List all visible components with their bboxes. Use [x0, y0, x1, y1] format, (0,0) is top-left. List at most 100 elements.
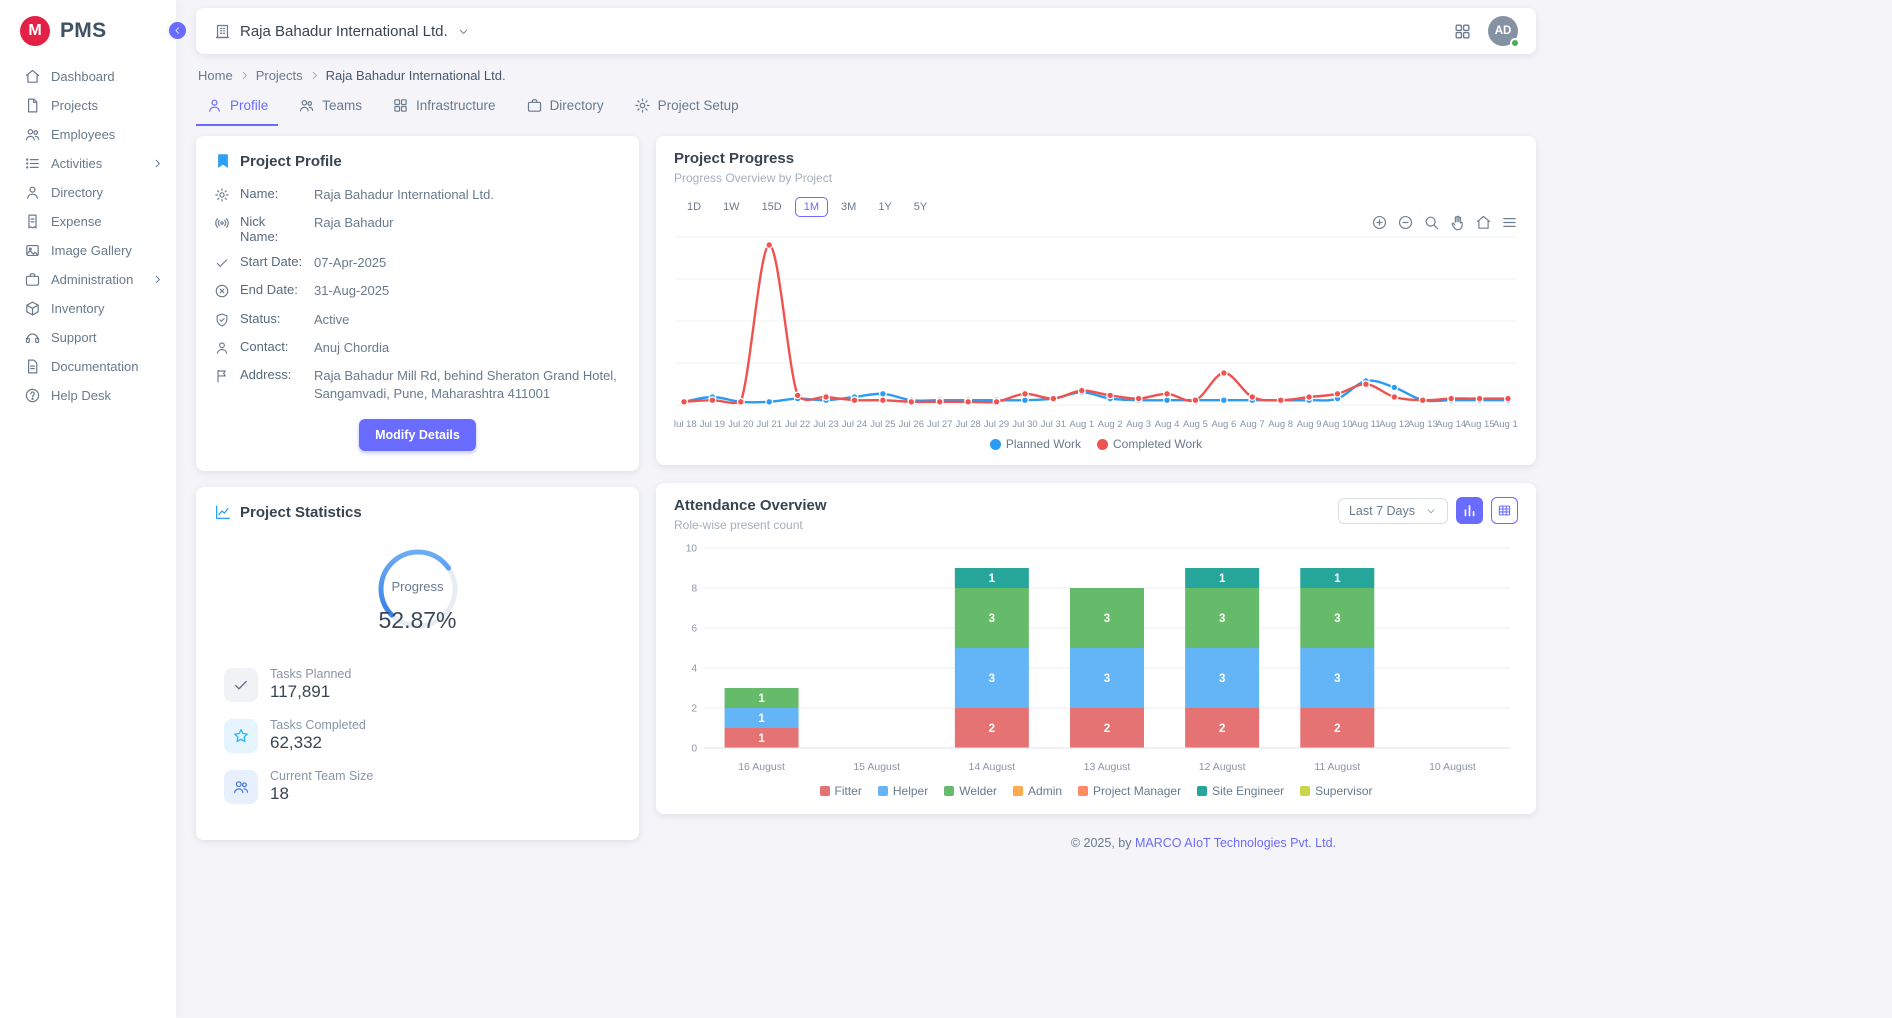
profile-field-start-date: Start Date:07-Apr-2025 [214, 254, 621, 272]
svg-text:0: 0 [691, 744, 697, 755]
profile-field-address: Address: Raja Bahadur Mill Rd, behind She… [214, 367, 621, 403]
stat-label: Current Team Size [270, 769, 373, 783]
sidebar-item-documentation[interactable]: Documentation [0, 352, 176, 381]
sidebar-item-projects[interactable]: Projects [0, 91, 176, 120]
svg-text:Aug 15: Aug 15 [1465, 419, 1495, 430]
breadcrumb-item-projects[interactable]: Projects [256, 68, 303, 83]
range-button-1m[interactable]: 1M [795, 197, 828, 217]
sidebar-item-activities[interactable]: Activities [0, 149, 176, 178]
zoom-out-icon[interactable] [1397, 214, 1414, 231]
sidebar-item-employees[interactable]: Employees [0, 120, 176, 149]
legend-item-project-manager[interactable]: Project Manager [1078, 784, 1181, 798]
range-button-3m[interactable]: 3M [832, 197, 865, 217]
table-icon [1497, 503, 1512, 518]
card-title-row: Attendance Overview [674, 497, 827, 514]
svg-text:3: 3 [1104, 673, 1110, 685]
reset-home-icon[interactable] [1475, 214, 1492, 231]
stat-text: Tasks Completed62,332 [270, 718, 366, 753]
user-icon [214, 340, 230, 356]
tabs: Profile Teams Infrastructure Directory Proje… [196, 87, 1536, 126]
sidebar-item-support[interactable]: Support [0, 323, 176, 352]
sidebar-item-expense[interactable]: Expense [0, 207, 176, 236]
range-button-5y[interactable]: 5Y [905, 197, 936, 217]
attendance-chart[interactable]: 024681011116 August15 August233114 Augus… [674, 538, 1518, 778]
svg-text:Aug 7: Aug 7 [1240, 419, 1265, 430]
legend-item-completed-work[interactable]: Completed Work [1097, 437, 1202, 451]
avatar[interactable]: AD [1488, 16, 1518, 46]
sidebar-item-label: Employees [51, 127, 115, 142]
user-icon [24, 184, 41, 201]
app-logo-icon: M [20, 16, 50, 46]
modify-details-button[interactable]: Modify Details [359, 419, 476, 451]
field-label: Nick Name: [240, 214, 304, 244]
field-value: Raja Bahadur Mill Rd, behind Sheraton Gr… [314, 367, 621, 403]
sidebar-item-label: Expense [51, 214, 102, 229]
project-progress-subtitle: Progress Overview by Project [674, 171, 1518, 185]
menu-icon[interactable] [1501, 214, 1518, 231]
svg-text:1: 1 [758, 733, 765, 745]
field-label: Address: [240, 367, 304, 382]
bar-view-button[interactable] [1456, 497, 1483, 524]
legend-item-planned-work[interactable]: Planned Work [990, 437, 1081, 451]
star-icon [232, 727, 250, 745]
breadcrumb-item-raja-bahadur-international-ltd[interactable]: Raja Bahadur International Ltd. [326, 68, 506, 83]
apps-grid-icon[interactable] [1453, 22, 1472, 41]
days-filter-select[interactable]: Last 7 Days [1338, 498, 1448, 524]
zoom-in-icon[interactable] [1371, 214, 1388, 231]
tab-label: Project Setup [658, 98, 739, 113]
footer-link[interactable]: MARCO AIoT Technologies Pvt. Ltd. [1135, 836, 1336, 850]
range-button-15d[interactable]: 15D [753, 197, 791, 217]
table-view-button[interactable] [1491, 497, 1518, 524]
star-icon [224, 719, 258, 753]
tab-label: Profile [230, 98, 268, 113]
attendance-chart-legend: Fitter Helper Welder Admin Project Manager Si… [674, 778, 1518, 804]
sidebar-item-dashboard[interactable]: Dashboard [0, 62, 176, 91]
svg-text:2: 2 [1104, 723, 1110, 735]
shield-icon [214, 312, 230, 328]
project-progress-title: Project Progress [674, 150, 794, 167]
svg-text:Aug 4: Aug 4 [1155, 419, 1180, 430]
legend-item-fitter[interactable]: Fitter [820, 784, 862, 798]
project-progress-chart[interactable]: Jul 18Jul 19Jul 20Jul 21Jul 22Jul 23Jul … [674, 223, 1518, 431]
sidebar-item-directory[interactable]: Directory [0, 178, 176, 207]
online-status-dot [1510, 38, 1520, 48]
selection-zoom-icon[interactable] [1423, 214, 1440, 231]
legend-label: Site Engineer [1212, 784, 1284, 798]
range-button-1w[interactable]: 1W [714, 197, 749, 217]
svg-text:Aug 8: Aug 8 [1268, 419, 1293, 430]
app-logo[interactable]: M PMS [0, 0, 176, 62]
legend-item-site-engineer[interactable]: Site Engineer [1197, 784, 1284, 798]
footer: © 2025, by MARCO AIoT Technologies Pvt. … [656, 832, 1536, 850]
range-button-1y[interactable]: 1Y [869, 197, 900, 217]
tab-profile[interactable]: Profile [196, 87, 278, 126]
tab-directory[interactable]: Directory [516, 87, 614, 126]
field-label: Start Date: [240, 254, 304, 269]
pan-hand-icon[interactable] [1449, 214, 1466, 231]
svg-text:Jul 22: Jul 22 [785, 419, 810, 430]
sidebar-item-administration[interactable]: Administration [0, 265, 176, 294]
field-value: Raja Bahadur International Ltd. [314, 186, 621, 204]
legend-item-helper[interactable]: Helper [878, 784, 928, 798]
sidebar-item-label: Inventory [51, 301, 104, 316]
company-selector[interactable]: Raja Bahadur International Ltd. [214, 23, 470, 40]
project-profile-card: Project Profile Name:Raja Bahadur Intern… [196, 136, 639, 471]
sidebar-item-label: Image Gallery [51, 243, 132, 258]
range-button-1d[interactable]: 1D [678, 197, 710, 217]
legend-item-welder[interactable]: Welder [944, 784, 997, 798]
breadcrumb-item-home[interactable]: Home [198, 68, 233, 83]
sidebar-item-inventory[interactable]: Inventory [0, 294, 176, 323]
sidebar-item-image-gallery[interactable]: Image Gallery [0, 236, 176, 265]
legend-item-supervisor[interactable]: Supervisor [1300, 784, 1372, 798]
sidebar-collapse-button[interactable] [167, 20, 188, 41]
briefcase-icon [24, 271, 41, 288]
card-title-row: Project Statistics [214, 503, 621, 521]
sidebar-item-label: Support [51, 330, 97, 345]
tab-infrastructure[interactable]: Infrastructure [382, 87, 506, 126]
sidebar-item-help-desk[interactable]: Help Desk [0, 381, 176, 410]
chevron-left-icon [172, 25, 183, 36]
image-icon [24, 242, 41, 259]
tab-project-setup[interactable]: Project Setup [624, 87, 749, 126]
tab-teams[interactable]: Teams [288, 87, 372, 126]
svg-text:Jul 28: Jul 28 [955, 419, 980, 430]
legend-item-admin[interactable]: Admin [1013, 784, 1062, 798]
